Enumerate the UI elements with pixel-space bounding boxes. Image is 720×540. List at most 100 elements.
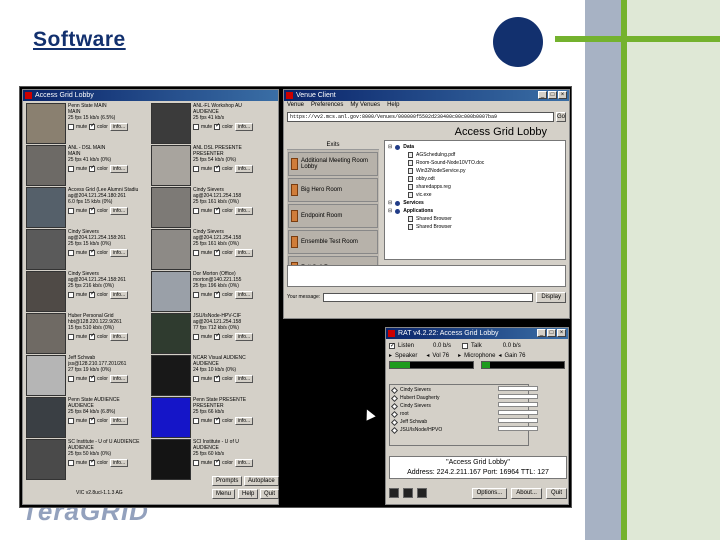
video-thumbnail[interactable] bbox=[151, 103, 191, 144]
mute-checkbox[interactable] bbox=[68, 460, 74, 466]
video-thumbnail[interactable] bbox=[26, 145, 66, 186]
mute-checkbox[interactable] bbox=[68, 250, 74, 256]
menu-venue[interactable]: Venue bbox=[287, 101, 304, 110]
mute-checkbox[interactable] bbox=[193, 460, 199, 466]
exit-item[interactable]: Additional Meeting Room Lobby bbox=[288, 152, 378, 176]
video-thumbnail[interactable] bbox=[151, 145, 191, 186]
record-icon[interactable] bbox=[417, 488, 427, 498]
tree-file[interactable]: AGSchedulng.pdf bbox=[388, 151, 562, 159]
mute-checkbox[interactable] bbox=[193, 376, 199, 382]
color-checkbox[interactable] bbox=[214, 207, 220, 214]
video-thumbnail[interactable] bbox=[151, 313, 191, 354]
video-thumbnail[interactable] bbox=[26, 103, 66, 144]
info-button[interactable]: info... bbox=[109, 459, 129, 467]
info-button[interactable]: info... bbox=[234, 459, 254, 467]
color-checkbox[interactable] bbox=[89, 459, 95, 466]
tree-file[interactable]: obby.odt bbox=[388, 175, 562, 183]
info-button[interactable]: info... bbox=[109, 417, 129, 425]
color-checkbox[interactable] bbox=[89, 333, 95, 340]
video-thumbnail[interactable] bbox=[151, 271, 191, 312]
color-checkbox[interactable] bbox=[214, 375, 220, 382]
minimize-button[interactable]: _ bbox=[538, 91, 547, 99]
go-button[interactable]: Go bbox=[556, 112, 566, 122]
menu-my-venues[interactable]: My Venues bbox=[350, 101, 380, 110]
color-checkbox[interactable] bbox=[89, 207, 95, 214]
mute-checkbox[interactable] bbox=[193, 334, 199, 340]
exit-item[interactable]: Endpoint Room bbox=[288, 204, 378, 228]
talk-checkbox[interactable] bbox=[462, 343, 469, 349]
maximize-button[interactable]: □ bbox=[547, 329, 556, 337]
mute-checkbox[interactable] bbox=[193, 124, 199, 130]
info-button[interactable]: info... bbox=[109, 291, 129, 299]
display-button[interactable]: Display bbox=[536, 291, 566, 303]
mute-checkbox[interactable] bbox=[193, 418, 199, 424]
video-thumbnail[interactable] bbox=[151, 439, 191, 480]
video-thumbnail[interactable] bbox=[26, 355, 66, 396]
video-thumbnail[interactable] bbox=[151, 355, 191, 396]
mute-checkbox[interactable] bbox=[193, 208, 199, 214]
info-button[interactable]: info... bbox=[109, 333, 129, 341]
about-button[interactable]: About... bbox=[511, 487, 542, 499]
video-thumbnail[interactable] bbox=[26, 439, 66, 480]
menu-button[interactable]: Menu bbox=[212, 489, 236, 499]
video-thumbnail[interactable] bbox=[151, 229, 191, 270]
tree-folder[interactable]: ⊟ Services bbox=[388, 199, 562, 207]
tree-folder[interactable]: ⊟ Applications bbox=[388, 207, 562, 215]
venue-url-input[interactable]: https://vv2.mcs.anl.gov:8000/Venues/0000… bbox=[287, 112, 554, 122]
speaker-arrow-icon[interactable]: ▸ bbox=[389, 352, 392, 359]
maximize-button[interactable]: □ bbox=[548, 91, 557, 99]
close-button[interactable]: × bbox=[557, 329, 566, 337]
mute-checkbox[interactable] bbox=[68, 166, 74, 172]
color-checkbox[interactable] bbox=[89, 291, 95, 298]
mute-checkbox[interactable] bbox=[68, 418, 74, 424]
expand-icon[interactable]: ⊟ bbox=[388, 143, 392, 151]
mute-checkbox[interactable] bbox=[68, 376, 74, 382]
info-button[interactable]: info... bbox=[109, 123, 129, 131]
tree-file[interactable]: Win32NodeService.py bbox=[388, 167, 562, 175]
color-checkbox[interactable] bbox=[214, 459, 220, 466]
mute-checkbox[interactable] bbox=[68, 334, 74, 340]
video-thumbnail[interactable] bbox=[26, 187, 66, 228]
menu-help[interactable]: Help bbox=[387, 101, 399, 110]
tree-file[interactable]: Shared Browser bbox=[388, 215, 562, 223]
rat-quit-button[interactable]: Quit bbox=[545, 487, 567, 499]
tree-folder[interactable]: ⊟ Data bbox=[388, 143, 562, 151]
video-thumbnail[interactable] bbox=[26, 229, 66, 270]
color-checkbox[interactable] bbox=[89, 375, 95, 382]
info-button[interactable]: info... bbox=[109, 375, 129, 383]
color-checkbox[interactable] bbox=[214, 417, 220, 424]
mute-checkbox[interactable] bbox=[193, 250, 199, 256]
info-button[interactable]: info... bbox=[234, 249, 254, 257]
video-thumbnail[interactable] bbox=[26, 313, 66, 354]
color-checkbox[interactable] bbox=[214, 165, 220, 172]
mic-arrow-icon[interactable]: ▸ bbox=[458, 352, 461, 359]
exit-item[interactable]: Ensemble Test Room bbox=[288, 230, 378, 254]
info-button[interactable]: info... bbox=[109, 249, 129, 257]
listen-checkbox[interactable] bbox=[389, 342, 395, 349]
tree-file[interactable]: vic.exe bbox=[388, 191, 562, 199]
mute-checkbox[interactable] bbox=[68, 208, 74, 214]
color-checkbox[interactable] bbox=[89, 249, 95, 256]
info-button[interactable]: info... bbox=[234, 375, 254, 383]
info-button[interactable]: info... bbox=[234, 417, 254, 425]
info-button[interactable]: info... bbox=[109, 207, 129, 215]
color-checkbox[interactable] bbox=[89, 123, 95, 130]
quit-button[interactable]: Quit bbox=[260, 489, 280, 499]
info-button[interactable]: info... bbox=[234, 333, 254, 341]
exit-item[interactable]: Big Hero Room bbox=[288, 178, 378, 202]
minimize-button[interactable]: _ bbox=[537, 329, 546, 337]
mute-checkbox[interactable] bbox=[193, 166, 199, 172]
color-checkbox[interactable] bbox=[214, 291, 220, 298]
expand-icon[interactable]: ⊟ bbox=[388, 207, 392, 215]
tree-file[interactable]: Room-Sound-Node10VTO.doc bbox=[388, 159, 562, 167]
message-input[interactable] bbox=[323, 292, 534, 302]
gain-down-icon[interactable]: ◂ bbox=[498, 352, 501, 359]
help-button[interactable]: Help bbox=[238, 489, 259, 499]
stats-icon[interactable] bbox=[389, 488, 399, 498]
close-button[interactable]: × bbox=[558, 91, 567, 99]
chart-icon[interactable] bbox=[403, 488, 413, 498]
options-button[interactable]: Options... bbox=[471, 487, 508, 499]
autoplace-button[interactable]: Autoplace bbox=[244, 476, 279, 486]
menu-preferences[interactable]: Preferences bbox=[311, 101, 343, 110]
color-checkbox[interactable] bbox=[89, 165, 95, 172]
